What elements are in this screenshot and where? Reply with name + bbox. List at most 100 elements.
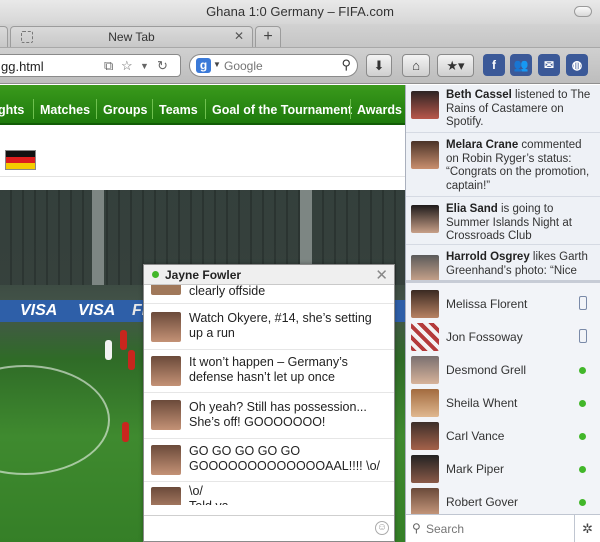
ticker-story[interactable]: Melara Crane commented on Robin Ryger’s … bbox=[406, 133, 600, 197]
match-header bbox=[0, 127, 405, 177]
tab-new-tab[interactable]: New Tab ✕ bbox=[10, 26, 253, 47]
home-button[interactable]: ⌂ bbox=[402, 54, 430, 77]
ticker-story-name[interactable]: Melara Crane bbox=[446, 139, 518, 151]
ticker-story[interactable]: Beth Cassel listened to The Rains of Cas… bbox=[406, 85, 600, 133]
url-text: gg.html bbox=[1, 59, 44, 74]
search-icon: ⚲ bbox=[412, 521, 421, 535]
chat-input-row: ☺ bbox=[144, 515, 394, 541]
online-status-icon bbox=[152, 271, 159, 278]
friend-list-item[interactable]: Robert Gover bbox=[406, 486, 600, 514]
chat-sidebar: Beth Cassel listened to The Rains of Cas… bbox=[405, 85, 600, 542]
online-status-icon bbox=[579, 499, 586, 506]
chat-message-text: GO GO GO GO GO GOOOOOOOOOOOOOAAL!!!! \o/ bbox=[189, 444, 381, 473]
ticker-story-name[interactable]: Elia Sand bbox=[446, 203, 498, 215]
friend-list-item[interactable]: Carl Vance bbox=[406, 420, 600, 453]
ticker-story-text: Beth Cassel listened to The Rains of Cas… bbox=[446, 89, 596, 130]
chat-messages[interactable]: clearly offside Watch Okyere, #14, she’s… bbox=[144, 285, 394, 505]
friend-name: Jon Fossoway bbox=[446, 330, 523, 344]
germany-flag-icon[interactable] bbox=[5, 150, 36, 170]
site-nav: ghts Matches Groups Teams Goal of the To… bbox=[0, 85, 405, 125]
mobile-status-icon bbox=[579, 329, 587, 343]
player bbox=[120, 330, 127, 350]
download-button[interactable]: ⬇ bbox=[366, 54, 392, 77]
chat-message: It won’t happen – Germany’s defense hasn… bbox=[144, 350, 394, 393]
chat-message: Oh yeah? Still has possession... She’s o… bbox=[144, 393, 394, 439]
notifications-button[interactable]: ◍ bbox=[566, 54, 588, 76]
messages-button[interactable]: ✉ bbox=[538, 54, 560, 76]
sidebar-search-input[interactable] bbox=[426, 521, 566, 537]
nav-item-highlights[interactable]: ghts bbox=[0, 103, 24, 117]
avatar bbox=[151, 356, 181, 386]
chat-contact-name[interactable]: Jayne Fowler bbox=[165, 268, 241, 282]
tab-current[interactable] bbox=[0, 26, 8, 47]
ticker-story-text: Harrold Osgrey likes Garth Greenhand’s p… bbox=[446, 251, 596, 278]
history-dropdown-icon[interactable]: ▼ bbox=[140, 61, 149, 71]
friend-list-item[interactable]: Melissa Florent bbox=[406, 288, 600, 321]
chat-message-text: It won’t happen – Germany’s defense hasn… bbox=[189, 355, 348, 384]
chat-message-text: clearly offside bbox=[189, 285, 266, 298]
emoticon-icon[interactable]: ☺ bbox=[375, 521, 389, 535]
new-tab-button[interactable]: + bbox=[255, 26, 281, 47]
chat-message-text: \o/ Told ya bbox=[189, 484, 229, 505]
friend-list-item[interactable]: Mark Piper bbox=[406, 453, 600, 486]
chat-header[interactable]: Jayne Fowler ✕ bbox=[144, 265, 394, 285]
address-bar[interactable]: gg.html ⧉ ☆ ▼ ↻ bbox=[0, 54, 181, 77]
sidebar-search: ⚲ ✲ bbox=[406, 514, 600, 542]
friend-name: Melissa Florent bbox=[446, 297, 528, 311]
chat-message-text: Watch Okyere, #14, she’s setting up a ru… bbox=[189, 311, 372, 340]
friend-requests-button[interactable]: 👥 bbox=[510, 54, 532, 76]
reader-icon[interactable]: ⧉ bbox=[104, 58, 113, 74]
facebook-f-icon: f bbox=[492, 58, 496, 72]
toolbar-toggle-button[interactable] bbox=[574, 6, 592, 17]
globe-icon: ◍ bbox=[571, 58, 583, 72]
nav-item-teams[interactable]: Teams bbox=[159, 103, 198, 117]
avatar bbox=[411, 455, 439, 483]
friend-name: Mark Piper bbox=[446, 462, 505, 476]
nav-item-goal-of-tournament[interactable]: Goal of the Tournament bbox=[212, 103, 352, 117]
ticker-story-name[interactable]: Beth Cassel bbox=[446, 89, 512, 101]
online-status-icon bbox=[579, 433, 586, 440]
avatar bbox=[151, 312, 181, 342]
google-icon[interactable]: g bbox=[196, 58, 211, 73]
activity-ticker[interactable]: Beth Cassel listened to The Rains of Cas… bbox=[406, 85, 600, 283]
stadium-pillar bbox=[92, 190, 104, 285]
mobile-status-icon bbox=[579, 296, 587, 310]
ticker-story[interactable]: Elia Sand is going to Summer Islands Nig… bbox=[406, 197, 600, 245]
reload-icon[interactable]: ↻ bbox=[157, 58, 168, 74]
avatar bbox=[411, 356, 439, 384]
online-status-icon bbox=[579, 466, 586, 473]
search-input[interactable] bbox=[224, 58, 334, 74]
search-bar[interactable]: g ▼ ⚲ bbox=[189, 54, 358, 77]
bookmarks-menu-button[interactable]: ★▾ bbox=[437, 54, 474, 77]
friend-name: Sheila Whent bbox=[446, 396, 518, 410]
gear-icon[interactable]: ✲ bbox=[574, 515, 600, 542]
chat-input[interactable] bbox=[150, 520, 370, 537]
close-tab-icon[interactable]: ✕ bbox=[234, 29, 244, 43]
chat-message: \o/ Told ya bbox=[144, 482, 394, 505]
friend-list-item[interactable]: Sheila Whent bbox=[406, 387, 600, 420]
online-friends-list[interactable]: Melissa Florent Jon Fossoway Desmond Gre… bbox=[406, 288, 600, 514]
window-titlebar: Ghana 1:0 Germany – FIFA.com bbox=[0, 0, 600, 24]
ticker-story-name[interactable]: Harrold Osgrey bbox=[446, 251, 530, 263]
friend-list-item[interactable]: Desmond Grell bbox=[406, 354, 600, 387]
nav-item-awards[interactable]: Awards bbox=[357, 103, 402, 117]
search-engine-dropdown-icon[interactable]: ▼ bbox=[213, 60, 221, 69]
avatar bbox=[151, 285, 181, 295]
ticker-story[interactable]: Harrold Osgrey likes Garth Greenhand’s p… bbox=[406, 245, 600, 280]
nav-item-groups[interactable]: Groups bbox=[103, 103, 147, 117]
nav-divider bbox=[152, 99, 153, 119]
home-icon: ⌂ bbox=[412, 58, 420, 73]
avatar bbox=[151, 487, 181, 505]
visa-board: VISA bbox=[78, 302, 116, 319]
close-chat-icon[interactable]: ✕ bbox=[375, 266, 388, 284]
facebook-button[interactable]: f bbox=[483, 54, 505, 76]
bookmark-star-icon[interactable]: ☆ bbox=[121, 58, 133, 74]
avatar bbox=[411, 141, 439, 169]
friends-icon: 👥 bbox=[513, 58, 529, 72]
player bbox=[122, 422, 129, 442]
chat-message: Watch Okyere, #14, she’s setting up a ru… bbox=[144, 304, 394, 350]
nav-item-matches[interactable]: Matches bbox=[40, 103, 90, 117]
chat-window[interactable]: Jayne Fowler ✕ clearly offside Watch Oky… bbox=[143, 264, 395, 542]
friend-list-item[interactable]: Jon Fossoway bbox=[406, 321, 600, 354]
search-icon[interactable]: ⚲ bbox=[341, 57, 351, 73]
